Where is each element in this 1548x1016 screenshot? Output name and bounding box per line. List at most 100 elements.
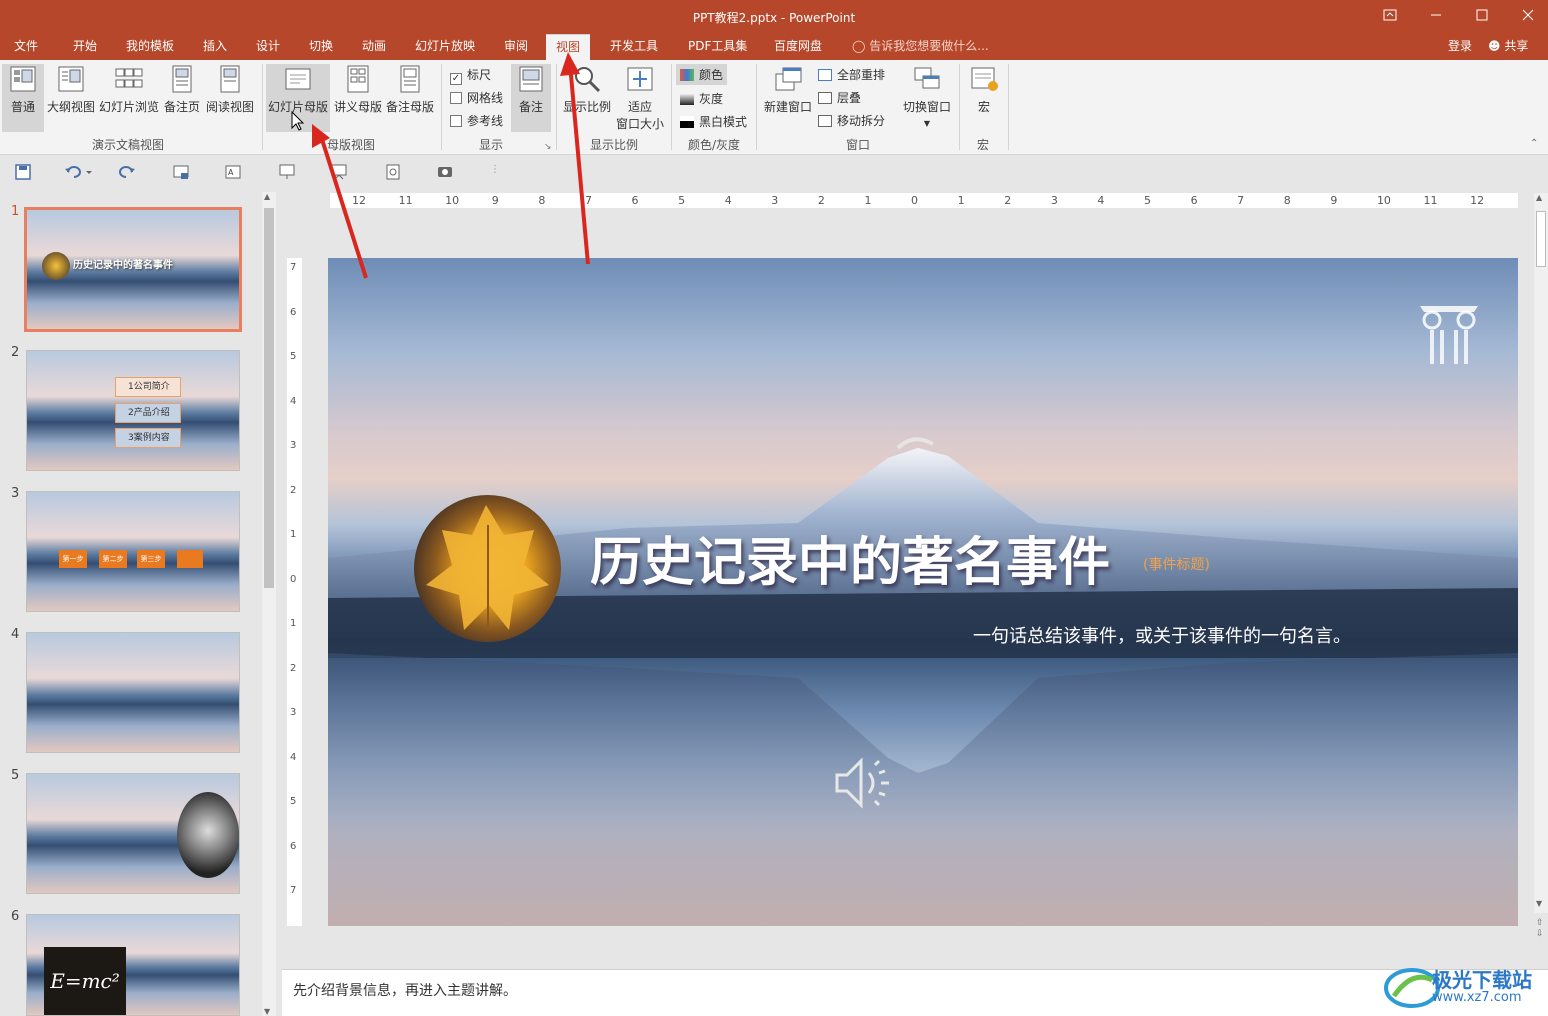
more-commands-icon[interactable]: ⋮ — [490, 164, 500, 175]
chevron-down-icon: ▼ — [923, 119, 931, 128]
magnifier-icon — [575, 67, 601, 93]
slide-subtitle[interactable]: 一句话总结该事件，或关于该事件的一句名言。 — [973, 622, 1351, 648]
black-white-button[interactable]: 黑白模式 — [680, 113, 747, 130]
move-split-button[interactable]: 移动拆分 — [818, 112, 885, 129]
collapse-ribbon-icon[interactable]: ⌃ — [1530, 138, 1538, 149]
slide-thumbnail-1[interactable]: 历史记录中的著名事件 — [24, 207, 242, 332]
tab-slideshow[interactable]: 幻灯片放映 — [415, 34, 475, 60]
ruler-checkbox[interactable]: ✓ 标尺 — [450, 66, 491, 85]
tab-animations[interactable]: 动画 — [362, 34, 386, 60]
undo-dropdown-icon[interactable] — [84, 164, 94, 180]
tab-baidu-netdisk[interactable]: 百度网盘 — [774, 34, 822, 60]
share-button[interactable]: ☻ 共享 — [1488, 34, 1528, 58]
scroll-down-icon[interactable]: ▼ — [1536, 899, 1542, 908]
print-preview-icon[interactable] — [384, 164, 402, 180]
switch-windows-button[interactable]: 切换窗口 ▼ — [900, 64, 954, 129]
scrollbar-thumb[interactable] — [264, 208, 274, 588]
customize-icon[interactable] — [436, 164, 454, 180]
ruler-tick-label: 12 — [352, 194, 366, 207]
scrollbar-thumb[interactable] — [1536, 211, 1546, 267]
close-icon[interactable] — [1508, 4, 1548, 30]
tell-me-box[interactable]: ◯ 告诉我您想要做什么... — [852, 34, 989, 58]
prev-slide-icon[interactable]: ⇧ ⇩ — [1536, 918, 1544, 940]
macros-button[interactable]: 宏 — [966, 64, 1002, 115]
slide-show-icon[interactable] — [330, 164, 348, 180]
guides-checkbox[interactable]: 参考线 — [450, 112, 503, 129]
slide-thumbnail-5[interactable] — [26, 773, 240, 894]
svg-text:A: A — [228, 168, 234, 177]
reading-view-button[interactable]: 阅读视图 — [205, 64, 255, 115]
slide-thumbnail-3[interactable]: 第一步 第二步 第三步 — [26, 491, 240, 612]
ruler-tick-label: 5 — [1144, 194, 1151, 207]
outline-view-button[interactable]: 大纲视图 — [46, 64, 96, 115]
tab-developer[interactable]: 开发工具 — [610, 34, 658, 60]
notes-page-button[interactable]: 备注页 — [162, 64, 202, 115]
dialog-launcher-icon[interactable]: ↘ — [544, 142, 552, 152]
zoom-button[interactable]: 显示比例 — [562, 64, 612, 115]
from-beginning-icon[interactable] — [172, 164, 190, 180]
scroll-down-icon[interactable]: ▼ — [264, 1007, 270, 1016]
handout-master-icon — [347, 65, 369, 93]
editor-scrollbar[interactable]: ▲ ▼ — [1534, 193, 1548, 913]
audio-speaker-icon[interactable] — [833, 755, 893, 811]
notes-master-icon — [400, 65, 420, 93]
grayscale-button[interactable]: 灰度 — [680, 90, 723, 107]
tab-transitions[interactable]: 切换 — [309, 34, 333, 60]
notes-button[interactable]: 备注 — [511, 64, 551, 132]
slide-title[interactable]: 历史记录中的著名事件 — [590, 520, 1110, 595]
ruler-tick-label: 8 — [1283, 194, 1291, 207]
gridlines-checkbox[interactable]: 网格线 — [450, 89, 503, 106]
tab-review[interactable]: 审阅 — [504, 34, 528, 60]
group-label-presentation-views: 演示文稿视图 — [92, 138, 165, 152]
ruler-tick-label: 11 — [398, 194, 413, 207]
tab-file[interactable]: 文件 — [14, 34, 38, 60]
color-mode-button[interactable]: 颜色 — [676, 64, 728, 85]
handout-master-button[interactable]: 讲义母版 — [333, 64, 383, 115]
thumbnail-scrollbar[interactable]: ▲ ▼ — [262, 192, 276, 1016]
notes-pane[interactable]: 先介绍背景信息，再进入主题讲解。 — [282, 969, 1548, 1016]
thumb-menu-item: 3案例内容 — [115, 428, 181, 448]
maximize-icon[interactable] — [1462, 4, 1502, 30]
slide-sorter-button[interactable]: 幻灯片浏览 — [98, 64, 160, 115]
slide-thumbnail-2[interactable]: 1公司简介 2产品介绍 3案例内容 — [26, 350, 240, 471]
scroll-up-icon[interactable]: ▲ — [264, 192, 270, 201]
current-slide[interactable]: 历史记录中的著名事件 (事件标题) 一句话总结该事件，或关于该事件的一句名言。 — [328, 258, 1518, 926]
tab-design[interactable]: 设计 — [256, 34, 280, 60]
group-label-master-views: 母版视图 — [327, 138, 376, 152]
notes-text[interactable]: 先介绍背景信息，再进入主题讲解。 — [293, 980, 517, 1000]
tab-pdf-tools[interactable]: PDF工具集 — [688, 34, 747, 60]
login-link[interactable]: 登录 — [1448, 34, 1472, 58]
ribbon-display-options-icon[interactable] — [1370, 4, 1410, 30]
save-icon[interactable] — [14, 164, 32, 180]
fit-to-window-button[interactable]: 适应 窗口大小 — [614, 64, 666, 132]
tab-my-templates[interactable]: 我的模板 — [126, 34, 174, 60]
cascade-button[interactable]: 层叠 — [818, 89, 861, 106]
portrait-image — [177, 792, 239, 878]
notes-master-button[interactable]: 备注母版 — [385, 64, 435, 115]
tab-home[interactable]: 开始 — [73, 34, 97, 60]
thumb-step: 第二步 — [99, 550, 127, 568]
ruler-tick-label: 2 — [290, 484, 297, 496]
new-window-button[interactable]: 新建窗口 — [762, 64, 814, 115]
macros-label: 宏 — [977, 100, 990, 114]
leaf-image[interactable] — [414, 495, 561, 642]
present-online-icon[interactable] — [278, 164, 296, 180]
color-swatch-icon — [680, 69, 694, 81]
slide-thumbnail-4[interactable] — [26, 632, 240, 753]
arrange-all-button[interactable]: 全部重排 — [818, 66, 885, 83]
minimize-icon[interactable] — [1416, 4, 1456, 30]
slide-title-tag[interactable]: (事件标题) — [1143, 554, 1210, 574]
normal-view-button[interactable]: 普通 — [2, 64, 44, 132]
group-label-window: 窗口 — [846, 138, 871, 152]
slide-master-button[interactable]: 幻灯片母版 — [266, 64, 330, 132]
slide-number: 3 — [11, 486, 20, 501]
slide-thumbnail-6[interactable]: E=mc² — [26, 914, 240, 1016]
undo-icon[interactable] — [64, 164, 82, 180]
tab-view[interactable]: 视图 — [546, 34, 591, 60]
black-white-label: 黑白模式 — [699, 115, 748, 129]
tab-insert[interactable]: 插入 — [203, 34, 227, 60]
scroll-up-icon[interactable]: ▲ — [1536, 193, 1542, 202]
ruler-tick-label: 11 — [1423, 194, 1438, 207]
redo-icon[interactable] — [118, 164, 136, 180]
text-box-icon[interactable]: A — [224, 164, 242, 180]
